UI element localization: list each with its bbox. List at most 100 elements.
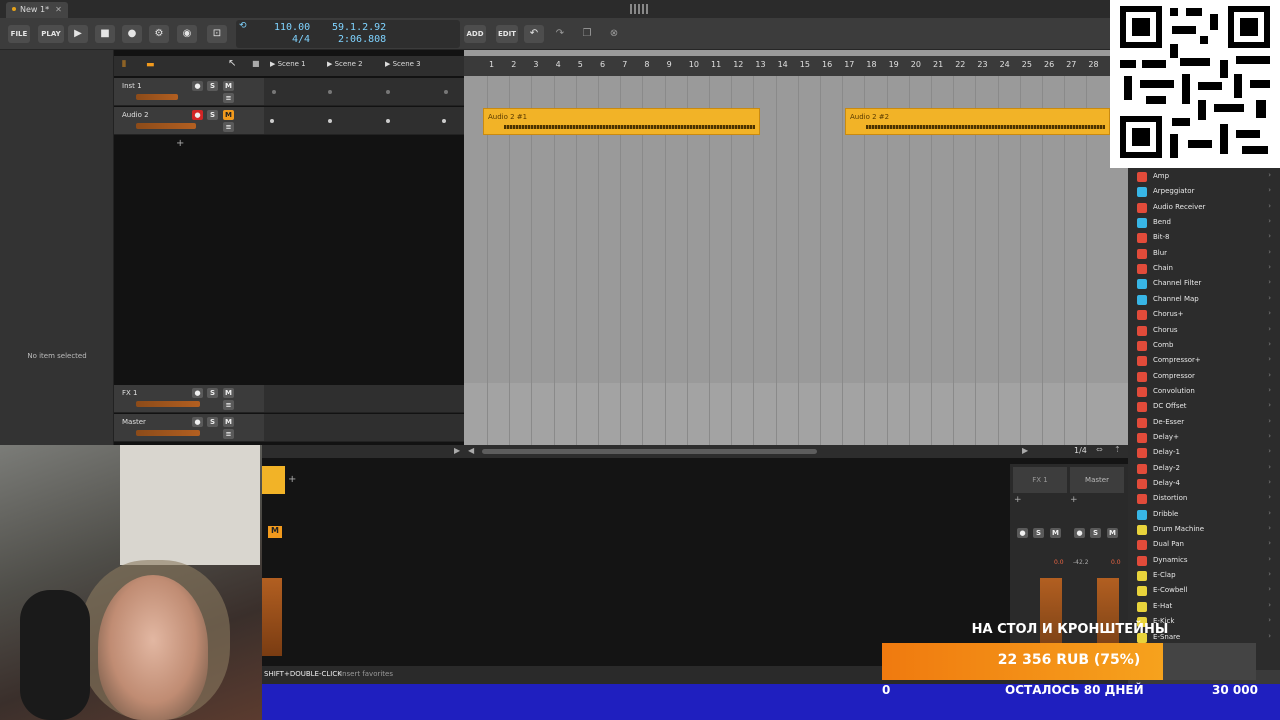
ruler-bar-label[interactable]: 28 <box>1088 60 1098 69</box>
volume-fader[interactable] <box>136 94 178 100</box>
browser-item[interactable]: Channel Map › <box>1137 293 1277 307</box>
ruler-bar-label[interactable]: 8 <box>644 60 649 69</box>
scroll-left-icon[interactable]: ◀ <box>468 446 474 455</box>
browser-item[interactable]: Audio Receiver › <box>1137 201 1277 215</box>
arranger-toggle-icon[interactable]: ▬ <box>146 60 155 70</box>
play-icon[interactable]: ▶ <box>68 25 88 43</box>
clip-slot[interactable] <box>442 119 446 123</box>
ruler-bar-label[interactable]: 9 <box>667 60 672 69</box>
ruler-bar-label[interactable]: 3 <box>533 60 538 69</box>
ruler-bar-label[interactable]: 18 <box>866 60 876 69</box>
browser-item[interactable]: Convolution › <box>1137 385 1277 399</box>
clip-slot[interactable] <box>386 90 390 94</box>
solo-button[interactable]: S <box>207 110 218 120</box>
ruler-bar-label[interactable]: 24 <box>1000 60 1010 69</box>
ruler-bar-label[interactable]: 12 <box>733 60 743 69</box>
expand-icon[interactable]: ⇡ <box>1114 445 1121 454</box>
automation-icon[interactable]: ⚙ <box>149 25 169 43</box>
scroll-right-icon[interactable]: ▶ <box>1022 446 1028 455</box>
punch-icon[interactable]: ⊡ <box>207 25 227 43</box>
tempo-readout[interactable]: 110.00 <box>274 22 310 33</box>
clip-slot[interactable] <box>270 119 274 123</box>
record-arm-button[interactable]: ● <box>192 417 203 427</box>
track-fx-1[interactable]: FX 1 ● S M ≡ <box>114 385 264 413</box>
browser-item[interactable]: Dual Pan › <box>1137 538 1277 552</box>
scene-2[interactable]: ▶ Scene 2 <box>327 60 363 68</box>
ruler-bar-label[interactable]: 15 <box>800 60 810 69</box>
browser-item[interactable]: Delay+ › <box>1137 431 1277 445</box>
delete-icon[interactable]: ⊗ <box>604 25 624 43</box>
track-menu-icon[interactable]: ≡ <box>223 429 234 439</box>
browser-item[interactable]: Compressor+ › <box>1137 354 1277 368</box>
ruler-bar-label[interactable]: 25 <box>1022 60 1032 69</box>
browser-item[interactable]: Delay-2 › <box>1137 462 1277 476</box>
audio-clip-1[interactable]: Audio 2 #1 <box>483 108 760 135</box>
browser-item[interactable]: Drum Machine › <box>1137 523 1277 537</box>
browser-item[interactable]: E-Clap › <box>1137 569 1277 583</box>
ruler-bar-label[interactable]: 27 <box>1066 60 1076 69</box>
browser-item[interactable]: De-Esser › <box>1137 416 1277 430</box>
track-menu-icon[interactable]: ≡ <box>223 122 234 132</box>
ruler-bar-label[interactable]: 6 <box>600 60 605 69</box>
browser-item[interactable]: Dynamics › <box>1137 554 1277 568</box>
clip-slot[interactable] <box>444 90 448 94</box>
scene-1[interactable]: ▶ Scene 1 <box>270 60 306 68</box>
browser-item[interactable]: Delay-4 › <box>1137 477 1277 491</box>
browser-item[interactable]: Dribble › <box>1137 508 1277 522</box>
scene-3[interactable]: ▶ Scene 3 <box>385 60 421 68</box>
position-bars[interactable]: 59.1.2.92 <box>332 22 386 33</box>
browser-item[interactable]: Comb › <box>1137 339 1277 353</box>
mixer-channel-fx-1[interactable]: FX 1 <box>1013 467 1067 493</box>
add-button[interactable]: ADD <box>464 25 486 43</box>
undo-icon[interactable]: ↶ <box>524 25 544 43</box>
zoom-to-fit-icon[interactable]: ⇔ <box>1096 445 1103 454</box>
sync-icon[interactable]: ⟲ <box>239 21 247 31</box>
solo-button[interactable]: S <box>207 417 218 427</box>
mute-button[interactable]: M <box>223 81 234 91</box>
stop-icon[interactable]: ■ <box>95 25 115 43</box>
ruler-bar-label[interactable]: 1 <box>489 60 494 69</box>
mute-button[interactable]: M <box>223 417 234 427</box>
browser-item[interactable]: Distortion › <box>1137 492 1277 506</box>
record-arm-button[interactable]: ● <box>192 81 203 91</box>
position-time[interactable]: 2:06.808 <box>338 34 386 45</box>
horizontal-scrollbar[interactable] <box>482 449 817 454</box>
device-chain-header[interactable] <box>262 466 285 494</box>
ruler-bar-label[interactable]: 5 <box>578 60 583 69</box>
record-arm-button[interactable]: ● <box>192 110 203 120</box>
overdub-icon[interactable]: ◉ <box>177 25 197 43</box>
ruler-bar-label[interactable]: 11 <box>711 60 721 69</box>
stop-all-icon[interactable]: ■ <box>252 59 260 68</box>
redo-icon[interactable]: ↷ <box>550 25 570 43</box>
ruler-bar-label[interactable]: 10 <box>689 60 699 69</box>
record-arm-button[interactable]: ● <box>1074 528 1085 538</box>
solo-button[interactable]: S <box>1090 528 1101 538</box>
clip-slot[interactable] <box>328 90 332 94</box>
add-send-icon[interactable]: + <box>1014 495 1022 505</box>
ruler-bar-label[interactable]: 21 <box>933 60 943 69</box>
copy-icon[interactable]: ❐ <box>577 25 597 43</box>
browser-item[interactable]: Compressor › <box>1137 370 1277 384</box>
volume-fader[interactable] <box>136 401 200 407</box>
browser-item[interactable]: Bend › <box>1137 216 1277 230</box>
browser-item[interactable]: E-Cowbell › <box>1137 584 1277 598</box>
mixer-channel-master[interactable]: Master <box>1070 467 1124 493</box>
mute-button[interactable]: M <box>223 110 234 120</box>
audio-clip-2[interactable]: Audio 2 #2 <box>845 108 1110 135</box>
ruler-bar-label[interactable]: 19 <box>889 60 899 69</box>
record-arm-button[interactable]: ● <box>1017 528 1028 538</box>
ruler-bar-label[interactable]: 22 <box>955 60 965 69</box>
clip-slot[interactable] <box>328 119 332 123</box>
ruler-bar-label[interactable]: 2 <box>511 60 516 69</box>
mute-button[interactable]: M <box>1050 528 1061 538</box>
solo-button[interactable]: S <box>207 81 218 91</box>
solo-button[interactable]: S <box>207 388 218 398</box>
volume-fader[interactable] <box>136 430 200 436</box>
browser-item[interactable]: E-Hat › <box>1137 600 1277 614</box>
add-send-icon[interactable]: + <box>1070 495 1078 505</box>
record-arm-button[interactable]: ● <box>192 388 203 398</box>
effect-tracks-lane[interactable] <box>464 383 1128 445</box>
track-inst-1[interactable]: Inst 1 ● S M ≡ <box>114 78 264 106</box>
ruler-bar-label[interactable]: 26 <box>1044 60 1054 69</box>
clip-slot[interactable] <box>272 90 276 94</box>
